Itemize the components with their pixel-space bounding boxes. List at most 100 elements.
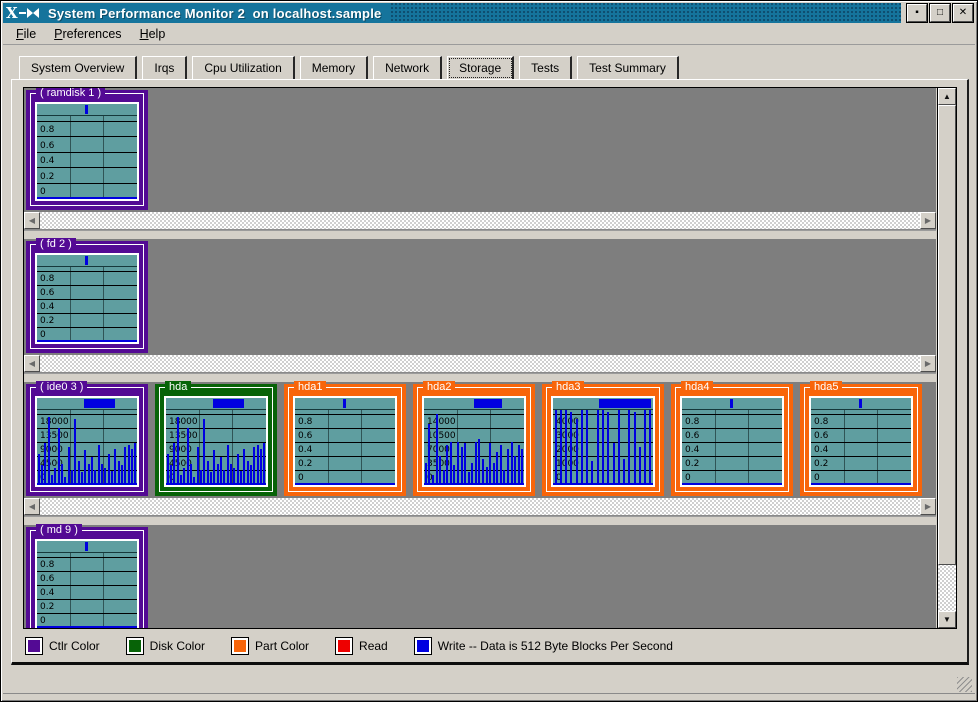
write-spike — [560, 410, 562, 485]
scroll-right-button[interactable]: ▶ — [920, 498, 936, 515]
tab-cpu-utilization[interactable]: Cpu Utilization — [192, 56, 294, 80]
chart-content: 00.20.40.60.8 — [35, 539, 139, 628]
chart-time-scrollbar-thumb[interactable] — [84, 399, 115, 408]
horizontal-scrollbar[interactable]: ◀▶ — [24, 498, 936, 516]
chart-title: hda3 — [552, 381, 584, 394]
tab-storage[interactable]: Storage — [447, 56, 514, 80]
minimize-button[interactable]: ▪ — [907, 4, 927, 22]
tab-memory[interactable]: Memory — [300, 56, 368, 80]
chart-groupbox: ( ide0 3 )0450090001350018000 — [30, 387, 144, 492]
chart-time-scrollbar-thumb[interactable] — [859, 399, 862, 408]
y-axis-label: 0.4 — [40, 303, 54, 312]
write-spike — [243, 449, 245, 485]
write-spike — [48, 417, 50, 485]
y-axis-label: 0.4 — [814, 446, 828, 455]
gridline — [37, 136, 137, 137]
y-axis-label: 18000 — [169, 418, 198, 427]
gridline — [424, 414, 524, 415]
tab-irqs[interactable]: Irqs — [142, 56, 187, 80]
chart-time-scrollbar-thumb[interactable] — [343, 399, 346, 408]
write-spike — [227, 445, 229, 485]
chart-groupbox: hda301000200030004000 — [546, 387, 660, 492]
chart-content: 00.20.40.60.8 — [35, 102, 139, 201]
scroll-up-button[interactable]: ▲ — [938, 88, 956, 105]
gridline — [166, 428, 266, 429]
y-axis-label: 14000 — [427, 418, 456, 427]
write-spike — [217, 464, 219, 485]
scroll-right-button[interactable]: ▶ — [920, 212, 936, 229]
tab-system-overview[interactable]: System Overview — [19, 56, 137, 80]
chart-groupbox: hda500.20.40.60.8 — [804, 387, 918, 492]
chart-time-scrollbar-thumb[interactable] — [599, 399, 651, 408]
write-spike — [597, 410, 599, 485]
gridline — [37, 613, 137, 614]
chart-title: hda5 — [810, 381, 842, 394]
storage-tab-panel: ( ramdisk 1 )00.20.40.60.8◀▶( fd 2 )00.2… — [11, 79, 969, 665]
write-spike — [482, 459, 484, 486]
close-button[interactable]: ✕ — [953, 4, 973, 22]
maximize-button[interactable]: □ — [930, 4, 950, 22]
write-spike — [521, 449, 523, 485]
vertical-gridline — [328, 410, 329, 485]
chart-time-scrollbar[interactable] — [553, 398, 653, 410]
chart-content: 0350070001050014000 — [422, 396, 526, 487]
titlebar[interactable]: X System Performance Monitor 2 on localh… — [3, 3, 975, 23]
chart-time-scrollbar[interactable] — [37, 255, 137, 267]
chart-time-scrollbar[interactable] — [37, 104, 137, 116]
horizontal-scrollbar[interactable]: ◀▶ — [24, 212, 936, 230]
vertical-scrollbar-thumb[interactable] — [938, 105, 956, 565]
resize-grip[interactable] — [957, 677, 972, 692]
chart-time-scrollbar-thumb[interactable] — [85, 256, 88, 265]
scroll-left-button[interactable]: ◀ — [24, 498, 40, 515]
chart-time-scrollbar-thumb[interactable] — [213, 399, 244, 408]
gridline — [166, 414, 266, 415]
menu-item-preferences[interactable]: Preferences — [47, 25, 128, 43]
scroll-left-button[interactable]: ◀ — [24, 355, 40, 372]
write-spike — [173, 443, 175, 485]
write-spike — [586, 410, 588, 485]
write-spike — [68, 447, 70, 485]
write-spike — [425, 463, 427, 485]
horizontal-scrollbar[interactable]: ◀▶ — [24, 355, 936, 373]
tab-test-summary[interactable]: Test Summary — [577, 56, 679, 80]
vertical-gridline — [844, 410, 845, 485]
chart-hda: hda0450090001350018000 — [155, 384, 277, 496]
scroll-right-button[interactable]: ▶ — [920, 355, 936, 372]
write-spike — [108, 454, 110, 485]
chart-hda3: hda301000200030004000 — [542, 384, 664, 496]
chart-time-scrollbar-thumb[interactable] — [730, 399, 733, 408]
write-spike — [197, 447, 199, 485]
vertical-scrollbar[interactable]: ▲ ▼ — [937, 88, 956, 628]
write-spike — [98, 445, 100, 485]
legend-swatch-write — [415, 638, 431, 654]
scroll-left-button[interactable]: ◀ — [24, 212, 40, 229]
write-spike — [38, 454, 40, 485]
row-separator — [24, 516, 936, 525]
menu-item-file[interactable]: File — [9, 25, 43, 43]
y-axis-label: 0.2 — [40, 603, 54, 612]
chart-time-scrollbar[interactable] — [682, 398, 782, 410]
left-arrow-icon: ◀ — [29, 216, 35, 225]
gridline — [37, 414, 137, 415]
chart-time-scrollbar[interactable] — [811, 398, 911, 410]
tab-network[interactable]: Network — [373, 56, 442, 80]
tab-tests[interactable]: Tests — [519, 56, 572, 80]
y-axis-label: 0.4 — [298, 446, 312, 455]
chart-plot: 00.20.40.60.8 — [37, 116, 137, 199]
chart-time-scrollbar[interactable] — [37, 541, 137, 553]
chart-time-scrollbar-thumb[interactable] — [85, 542, 88, 551]
device-row: ( md 9 )00.20.40.60.8 — [24, 525, 936, 628]
chart-hda4: hda400.20.40.60.8 — [671, 384, 793, 496]
chart-time-scrollbar-thumb[interactable] — [85, 105, 88, 114]
y-axis-label: 0 — [298, 474, 304, 483]
chart-time-scrollbar-thumb[interactable] — [474, 399, 502, 408]
chart-time-scrollbar[interactable] — [424, 398, 524, 410]
write-spike — [446, 445, 448, 485]
chart-time-scrollbar[interactable] — [37, 398, 137, 410]
scroll-down-button[interactable]: ▼ — [938, 611, 956, 628]
chart-time-scrollbar[interactable] — [166, 398, 266, 410]
write-spike — [461, 447, 463, 485]
chart-time-scrollbar[interactable] — [295, 398, 395, 410]
menu-item-help[interactable]: Help — [133, 25, 173, 43]
write-baseline — [424, 483, 524, 485]
